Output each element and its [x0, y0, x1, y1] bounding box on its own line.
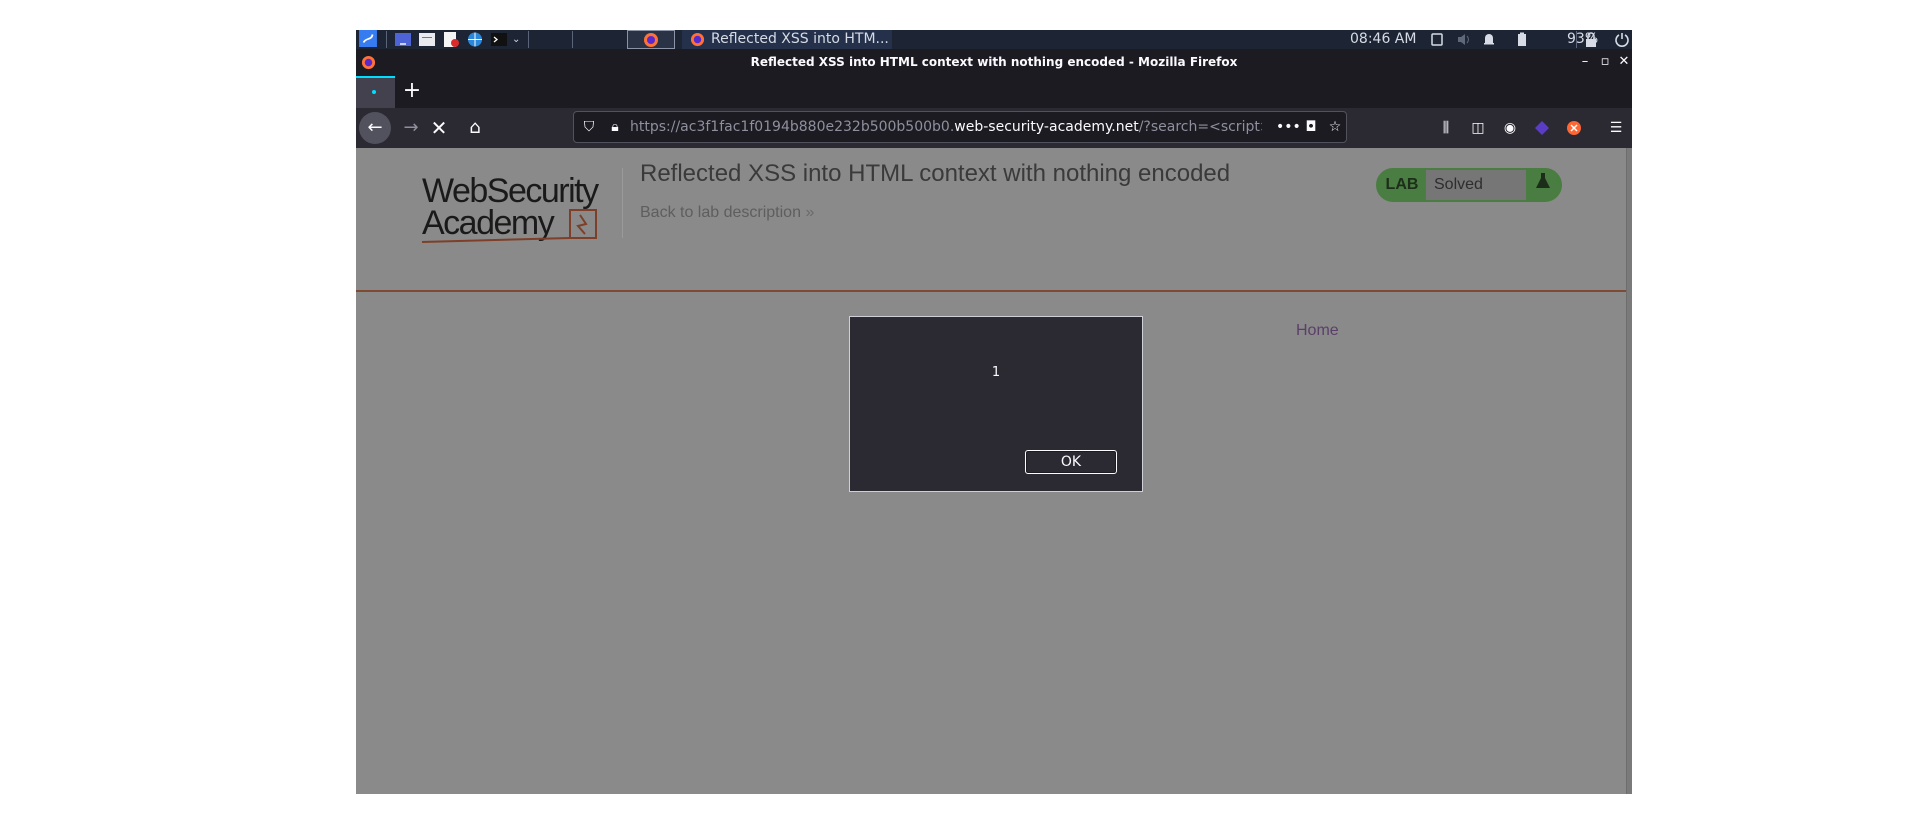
os-top-panel: ⌄ Reflected XSS into HTM... 08:46 AM 93%: [356, 30, 1632, 49]
sidebar-icon[interactable]: ◫: [1468, 118, 1488, 138]
close-icon[interactable]: ✕: [1615, 53, 1632, 71]
kali-menu-icon[interactable]: [358, 30, 378, 47]
page-actions-icon[interactable]: •••: [1276, 118, 1301, 136]
display-icon[interactable]: [1430, 31, 1444, 48]
screen: ⌄ Reflected XSS into HTM... 08:46 AM 93%…: [356, 30, 1632, 794]
chevron-down-icon[interactable]: ⌄: [512, 31, 522, 48]
battery-icon[interactable]: [1515, 31, 1529, 48]
pocket-icon[interactable]: ◘: [1302, 118, 1320, 136]
double-chevron-right-icon: »: [805, 204, 815, 221]
home-link[interactable]: Home: [1296, 322, 1339, 340]
url-suffix: /?search=<script>: [1138, 119, 1262, 135]
terminal-icon[interactable]: [490, 31, 508, 48]
burp-extension-icon[interactable]: [1564, 118, 1584, 138]
back-button[interactable]: ←: [359, 112, 391, 144]
taskbar-firefox-launcher[interactable]: [627, 30, 675, 49]
stop-button[interactable]: ✕: [423, 112, 455, 144]
home-button[interactable]: ⌂: [459, 112, 491, 144]
alert-message: 1: [991, 365, 1001, 380]
url-domain: web-security-academy.net: [954, 119, 1139, 135]
firefox-icon: [644, 33, 658, 47]
header-divider: [622, 168, 623, 238]
url-bar[interactable]: ⛉ 🔒︎ https://ac3f1fac1f0194b880e232b500b…: [573, 111, 1347, 143]
url-text[interactable]: https://ac3f1fac1f0194b880e232b500b500b0…: [630, 112, 1262, 142]
logo-graphic: WebSecurity Academy: [421, 172, 601, 243]
tab-loading-indicator: [372, 90, 376, 94]
text-editor-icon[interactable]: [442, 31, 460, 48]
svg-text:Academy: Academy: [422, 204, 555, 242]
files-icon[interactable]: [418, 31, 436, 48]
power-icon[interactable]: [1614, 31, 1630, 48]
bell-icon[interactable]: [1482, 31, 1496, 48]
lab-label: LAB: [1385, 176, 1419, 193]
minimize-icon[interactable]: –: [1576, 53, 1594, 71]
tracking-protection-icon[interactable]: ⛉: [580, 118, 598, 136]
tab-strip: +: [356, 76, 1632, 108]
window-titlebar[interactable]: Reflected XSS into HTML context with not…: [356, 49, 1632, 76]
page-scrollbar[interactable]: [1626, 148, 1632, 794]
lab-title: Reflected XSS into HTML context with not…: [640, 160, 1231, 187]
lab-state: Solved: [1426, 170, 1526, 200]
navigation-toolbar: ← → ✕ ⌂ ⛉ 🔒︎ https://ac3f1fac1f0194b880e…: [356, 108, 1632, 148]
desktop-icon[interactable]: [394, 31, 412, 48]
separator: [1576, 31, 1577, 48]
clock[interactable]: 08:46 AM: [1350, 30, 1416, 49]
url-prefix: https://ac3f1fac1f0194b880e232b500b500b0…: [630, 119, 955, 135]
window-title: Reflected XSS into HTML context with not…: [750, 55, 1238, 69]
bookmark-star-icon[interactable]: ☆: [1326, 118, 1344, 136]
padlock-icon[interactable]: 🔒︎: [606, 118, 624, 136]
separator: [386, 31, 387, 48]
back-link-label: Back to lab description: [640, 204, 801, 221]
account-icon[interactable]: ◉: [1500, 118, 1520, 138]
separator: [572, 31, 573, 48]
flask-icon: [1526, 170, 1560, 200]
menu-icon[interactable]: ☰: [1606, 118, 1626, 138]
alert-dialog: 1 OK: [849, 316, 1143, 492]
volume-icon[interactable]: [1456, 31, 1472, 48]
lab-status-badge: LAB Solved: [1376, 168, 1562, 202]
firefox-icon: [690, 32, 705, 47]
taskbar-window-title: Reflected XSS into HTM...: [711, 31, 889, 47]
maximize-icon[interactable]: ▫: [1596, 53, 1614, 71]
back-to-lab-description-link[interactable]: Back to lab description »: [640, 204, 814, 222]
lock-icon[interactable]: [1584, 31, 1598, 48]
tab-active[interactable]: [356, 76, 395, 108]
new-tab-button[interactable]: +: [400, 80, 424, 104]
header-rule: [356, 290, 1626, 292]
extension-icon[interactable]: [1532, 118, 1552, 138]
separator: [528, 31, 529, 48]
library-icon[interactable]: ⫼: [1436, 118, 1456, 138]
alert-ok-button[interactable]: OK: [1025, 450, 1117, 474]
browser-icon[interactable]: [466, 31, 484, 48]
web-security-academy-logo[interactable]: WebSecurity Academy: [421, 172, 622, 250]
